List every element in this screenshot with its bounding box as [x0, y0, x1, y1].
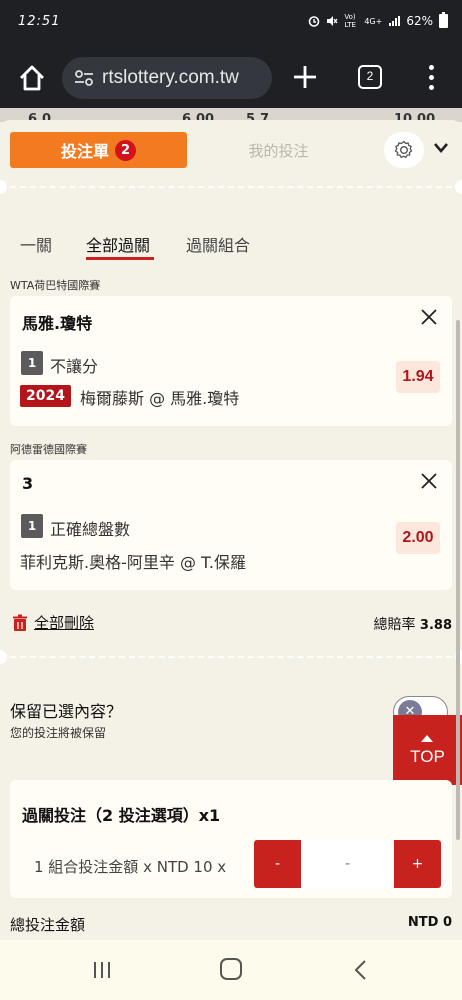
- keep-selections-subtitle: 您的投注將被保留: [10, 726, 107, 740]
- bet-selection-title: 3: [22, 474, 34, 493]
- mute-icon: [327, 16, 338, 26]
- total-stake-label: 總投注金額: [10, 916, 86, 934]
- selection-index-badge: 1: [21, 514, 43, 538]
- parlay-title: 過關投注（2 投注選項）x1: [22, 806, 221, 825]
- gear-icon: [394, 140, 413, 159]
- site-settings-icon[interactable]: [74, 69, 94, 87]
- total-stake-value: NTD 0: [407, 915, 452, 930]
- trash-icon: [13, 614, 27, 631]
- selection-index-badge: 1: [21, 351, 43, 375]
- event-name: 菲利克斯.奧格-阿里辛 @ T.保羅: [20, 553, 246, 572]
- ticket-notch-right: [455, 180, 462, 194]
- close-icon[interactable]: [420, 472, 438, 490]
- battery-icon: [439, 12, 448, 28]
- market-name: 正確總盤數: [50, 520, 131, 539]
- address-bar[interactable]: rtslottery.com.tw: [62, 57, 272, 99]
- quantity-stepper: - +: [254, 840, 441, 888]
- delete-all-button[interactable]: 全部刪除: [12, 612, 94, 633]
- divider: [0, 186, 462, 188]
- total-odds-value: 3.88: [419, 618, 452, 633]
- total-odds: 總賠率 3.88: [373, 614, 452, 634]
- tab-betslip[interactable]: 投注單 2: [10, 132, 187, 168]
- scroll-top-label: TOP: [410, 747, 445, 766]
- home-nav-icon[interactable]: [220, 958, 242, 980]
- market-name: 不讓分: [50, 357, 99, 376]
- divider: [0, 656, 462, 658]
- new-tab-icon[interactable]: [290, 62, 320, 92]
- increment-button[interactable]: +: [394, 840, 441, 888]
- home-icon[interactable]: [16, 62, 48, 94]
- keep-selections-title: 保留已選內容？: [10, 702, 123, 721]
- settings-button[interactable]: [384, 132, 424, 168]
- league-label: 阿德雷德國際賽: [10, 443, 87, 456]
- back-icon[interactable]: [352, 959, 368, 981]
- active-tab-underline: [86, 257, 154, 260]
- url-text[interactable]: rtslottery.com.tw: [102, 67, 239, 89]
- signal-icon: [389, 16, 401, 26]
- recent-apps-icon[interactable]: [92, 960, 112, 980]
- ticket-notch-left: [0, 650, 7, 664]
- odds-value: 2.00: [396, 522, 440, 554]
- scroll-top-button[interactable]: TOP: [393, 715, 462, 785]
- scrollbar[interactable]: [456, 320, 460, 840]
- odds-value: 1.94: [396, 361, 440, 393]
- ticket-notch-left: [0, 180, 7, 194]
- tab-my-bets[interactable]: 我的投注: [190, 132, 367, 168]
- browser-toolbar: rtslottery.com.tw 2: [0, 48, 462, 108]
- league-label: WTA荷巴特國際賽: [10, 279, 101, 292]
- chevron-down-icon[interactable]: [433, 142, 449, 154]
- betslip-tab-label: 投注單: [60, 142, 109, 161]
- event-name: 梅爾藤斯 @ 馬雅.瓊特: [80, 389, 240, 408]
- bet-card: 3 1 正確總盤數 菲利克斯.奧格-阿里辛 @ T.保羅 2.00: [10, 460, 452, 590]
- event-code-badge: 2024: [20, 385, 71, 407]
- status-icons: Vo) LTE 4G+ 62%: [308, 12, 448, 29]
- more-menu-icon[interactable]: [422, 62, 440, 94]
- bet-card: 馬雅.瓊特 1 不讓分 2024 梅爾藤斯 @ 馬雅.瓊特 1.94: [10, 296, 452, 426]
- alarm-icon: [309, 16, 320, 27]
- system-nav-bar: [0, 940, 462, 1000]
- status-bar: 12:51 Vo) LTE 4G+ 62%: [0, 0, 462, 48]
- close-icon[interactable]: [420, 308, 438, 326]
- total-odds-label: 總賠率: [373, 617, 416, 633]
- status-time: 12:51: [18, 14, 61, 29]
- signal-text: Vo) LTE: [344, 13, 356, 29]
- stake-label: 1 組合投注金額 x NTD 10 x: [34, 858, 227, 876]
- tab-all-parlay[interactable]: 全部過關: [86, 232, 150, 256]
- parlay-stake-card: 過關投注（2 投注選項）x1 1 組合投注金額 x NTD 10 x - +: [10, 780, 452, 898]
- tab-parlay-combos[interactable]: 過關組合: [186, 232, 250, 256]
- tab-switcher-button[interactable]: 2: [358, 65, 382, 89]
- decrement-button[interactable]: -: [254, 840, 301, 888]
- network-type: 4G+: [364, 16, 383, 26]
- battery-percent: 62%: [406, 14, 433, 28]
- betslip-panel: 投注單 2 我的投注 一關 全部過關 過關組合 WTA荷巴特國際賽 馬雅.瓊特 …: [0, 120, 462, 940]
- delete-all-label[interactable]: 全部刪除: [34, 612, 94, 633]
- tab-single[interactable]: 一關: [20, 232, 52, 256]
- arrow-up-icon: [421, 735, 433, 742]
- bet-selection-title: 馬雅.瓊特: [22, 314, 93, 333]
- stake-input[interactable]: [301, 840, 394, 888]
- betslip-count-badge: 2: [115, 139, 136, 161]
